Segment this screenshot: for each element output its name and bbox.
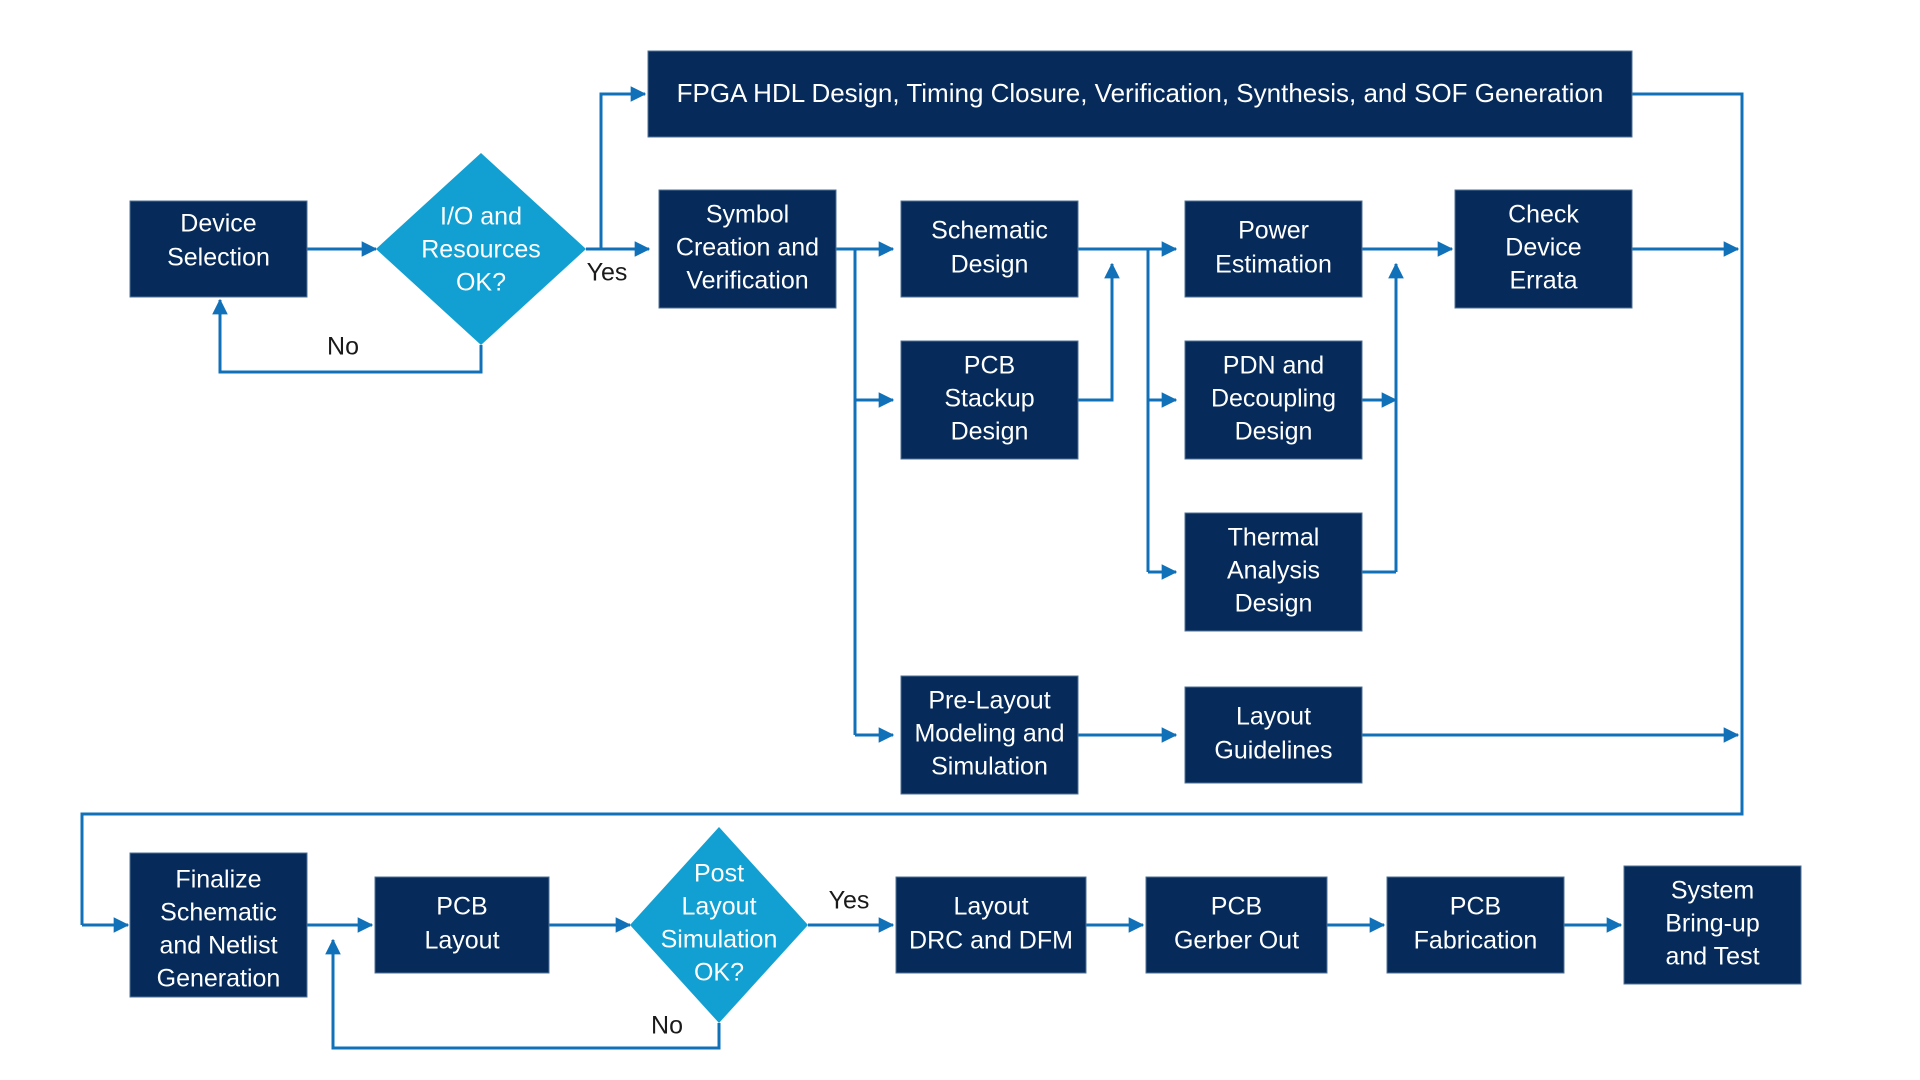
node-check-device-errata[interactable]: Check Device Errata (1454, 189, 1633, 309)
edge-stackup-to-power-join (1078, 262, 1120, 402)
node-finalize-schematic[interactable]: Finalize Schematic and Netlist Generatio… (129, 852, 308, 998)
flowchart-canvas: Device Selection I/O and Resources OK? F… (0, 0, 1920, 1080)
node-symbol-creation[interactable]: Symbol Creation and Verification (658, 189, 837, 309)
node-pre-layout-modeling[interactable]: Pre-Layout Modeling and Simulation (900, 675, 1079, 795)
node-io-resources-decision[interactable]: I/O and Resources OK? (376, 153, 586, 345)
node-pdn-decoupling-design[interactable]: PDN and Decoupling Design (1184, 340, 1363, 460)
node-layout-drc-dfm[interactable]: Layout DRC and DFM (895, 876, 1087, 974)
node-pcb-stackup-design[interactable]: PCB Stackup Design (900, 340, 1079, 460)
node-fpga-hdl-design[interactable]: FPGA HDL Design, Timing Closure, Verific… (647, 50, 1633, 138)
node-system-bringup-test[interactable]: System Bring-up and Test (1623, 865, 1802, 985)
node-pcb-fabrication[interactable]: PCB Fabrication (1386, 876, 1565, 974)
edge-label-yes-postlayout: Yes (829, 887, 870, 915)
node-thermal-analysis-design[interactable]: Thermal Analysis Design (1184, 512, 1363, 632)
flowchart-svg: Device Selection I/O and Resources OK? F… (80, 50, 1802, 1050)
edge-label-no-postlayout: No (651, 1012, 683, 1040)
edge-label-yes-io: Yes (587, 259, 628, 287)
node-schematic-design[interactable]: Schematic Design (900, 200, 1079, 298)
node-pcb-layout[interactable]: PCB Layout (374, 876, 550, 974)
node-pcb-gerber-out[interactable]: PCB Gerber Out (1145, 876, 1328, 974)
node-device-selection[interactable]: Device Selection (129, 200, 308, 298)
edge-yes-branch-to-fpga (599, 86, 647, 249)
node-post-layout-decision[interactable]: Post Layout Simulation OK? (630, 827, 808, 1023)
edge-label-no-io: No (327, 333, 359, 361)
node-layout-guidelines[interactable]: Layout Guidelines (1184, 686, 1363, 784)
node-power-estimation[interactable]: Power Estimation (1184, 200, 1363, 298)
